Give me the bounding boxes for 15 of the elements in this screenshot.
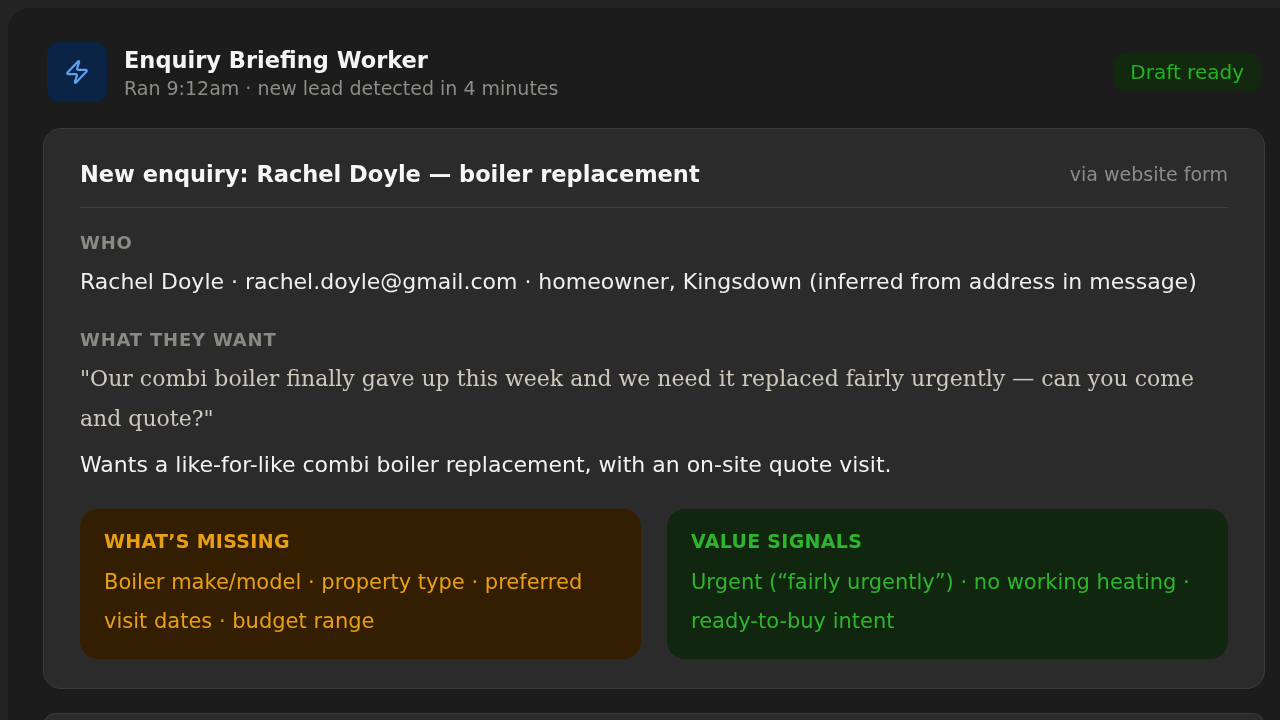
section-label: WHO [80,231,133,255]
callout-heading: VALUE SIGNALS [691,529,863,553]
worker-title: Enquiry Briefing Worker [124,45,428,75]
enquiry-title: New enquiry: Rachel Doyle — boiler replacement [80,160,700,189]
section-label: WHAT THEY WANT [80,328,277,352]
lightning-icon [47,42,107,102]
run-info: Ran 9:12am · new lead detected in 4 minutes [124,75,559,100]
callout-text: Boiler make/model · property type · preferred visit dates · budget range [104,569,584,635]
status-pill: Draft ready [1113,52,1261,92]
request-summary: Wants a like-for-like combi boiler replacement, with an on-site quote visit. [80,451,892,479]
contact-details: Rachel Doyle · rachel.doyle@gmail.com · homeowner, Kingsdown (inferred from address in message) [80,268,1197,296]
enquiry-source: via website form [1069,163,1228,185]
callout-heading: WHAT’S MISSING [104,529,290,553]
callout-text: Urgent (“fairly urgently”) · no working heating · ready-to-buy intent [691,569,1191,635]
customer-quote: "Our combi boiler finally gave up this week and we need it replaced fairly urgently — can you come and quote?" [80,365,1196,433]
